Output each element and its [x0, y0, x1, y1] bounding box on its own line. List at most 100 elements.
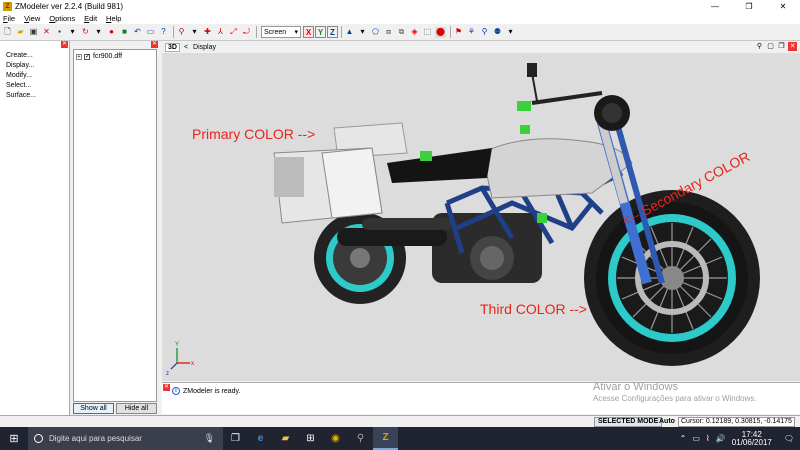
- file-explorer-icon[interactable]: ▰: [273, 427, 298, 450]
- cube-icon[interactable]: ⧈: [383, 27, 394, 38]
- third-color-annotation: Third COLOR -->: [480, 301, 587, 317]
- menu-bar: File View Options Edit Help: [0, 13, 800, 24]
- command-list: Create... Display... Modify... Select...…: [0, 41, 69, 101]
- search-placeholder: Digite aqui para pesquisar: [49, 434, 142, 443]
- menu-options[interactable]: Options: [49, 14, 75, 23]
- close-button[interactable]: ✕: [766, 0, 800, 13]
- command-create[interactable]: Create...: [6, 51, 69, 61]
- android-tool-icon[interactable]: ⚲: [348, 427, 373, 450]
- dropdown-icon[interactable]: ▾: [67, 27, 78, 38]
- hierarchy-icon[interactable]: ⚘: [466, 27, 477, 38]
- dropdown-icon[interactable]: ▾: [93, 27, 104, 38]
- axis-y-toggle[interactable]: Y: [315, 26, 326, 38]
- close-icon[interactable]: ✕: [151, 41, 158, 48]
- show-all-button[interactable]: Show all: [73, 403, 114, 414]
- toolbar-separator: [341, 26, 342, 38]
- edge-browser-icon[interactable]: e: [248, 427, 273, 450]
- fit-view-icon[interactable]: ▢: [766, 42, 775, 51]
- notification-center-icon[interactable]: 🗨: [784, 434, 794, 443]
- show-hidden-icons-icon[interactable]: ⌃: [680, 434, 687, 443]
- close-icon[interactable]: ✕: [163, 384, 170, 391]
- battery-icon[interactable]: ▭: [692, 434, 700, 443]
- texture-icon[interactable]: ■: [119, 27, 130, 38]
- record-icon[interactable]: ●: [106, 27, 117, 38]
- tree-item[interactable]: + ✓ fcr900.dff: [74, 50, 156, 60]
- svg-text:Y: Y: [175, 342, 179, 348]
- windows-activation-watermark: Ativar o Windows Acesse Configurações pa…: [593, 381, 757, 403]
- title-bar: Z ZModeler ver 2.2.4 (Build 981) — ❐ ✕: [0, 0, 800, 13]
- walk-icon[interactable]: ⚲: [479, 27, 490, 38]
- 3d-viewport[interactable]: Y x z Primary COLOR --> Third COLOR --> …: [162, 53, 800, 381]
- zoom-icon[interactable]: ⚲: [755, 42, 764, 51]
- windows-taskbar: ⊞ Digite aqui para pesquisar 🎙 ❐ e ▰ ⊞ ◉…: [0, 427, 800, 450]
- zmodeler-taskbar-icon[interactable]: Z: [373, 427, 398, 450]
- axis-z-toggle[interactable]: Z: [327, 26, 338, 38]
- coordinate-mode-select[interactable]: Screen ▾: [261, 26, 301, 38]
- visibility-checkbox[interactable]: ✓: [84, 53, 90, 60]
- network-icon[interactable]: ⌇: [706, 434, 710, 443]
- store-icon[interactable]: ⊞: [298, 427, 323, 450]
- task-view-icon[interactable]: ❐: [223, 427, 248, 450]
- save-icon[interactable]: ▣: [28, 27, 39, 38]
- cortana-icon: [34, 434, 43, 443]
- import-icon[interactable]: ▪: [54, 27, 65, 38]
- minimize-button[interactable]: —: [698, 0, 732, 13]
- cube-solid-icon[interactable]: ◈: [409, 27, 420, 38]
- command-modify[interactable]: Modify...: [6, 71, 69, 81]
- menu-file[interactable]: File: [3, 14, 15, 23]
- restore-view-icon[interactable]: ❐: [777, 42, 786, 51]
- delete-icon[interactable]: ✕: [41, 27, 52, 38]
- dropdown-icon[interactable]: ▾: [189, 27, 200, 38]
- open-folder-icon[interactable]: ▰: [15, 27, 26, 38]
- scale-icon[interactable]: ⤢: [228, 27, 239, 38]
- menu-help[interactable]: Help: [106, 14, 121, 23]
- rotate-icon[interactable]: ⤾: [241, 27, 252, 38]
- system-clock[interactable]: 17:42 01/06/2017: [732, 430, 778, 447]
- microphone-icon[interactable]: 🎙: [204, 433, 215, 444]
- expand-icon[interactable]: +: [76, 53, 82, 60]
- viewport-mode-badge[interactable]: 3D: [165, 42, 180, 52]
- watermark-title: Ativar o Windows: [593, 381, 678, 393]
- cube-textured-icon[interactable]: ⬚: [422, 27, 433, 38]
- maximize-button[interactable]: ❐: [732, 0, 766, 13]
- command-select[interactable]: Select...: [6, 81, 69, 91]
- sphere-icon[interactable]: ⬤: [435, 26, 446, 38]
- cube-wire-icon[interactable]: ⧉: [396, 27, 407, 38]
- pivot-icon[interactable]: ⬠: [370, 27, 381, 38]
- window-controls: — ❐ ✕: [698, 0, 800, 13]
- cursor-coordinates: Cursor: 0.12189, 0.30815, -0.14175: [678, 417, 795, 427]
- command-surface[interactable]: Surface...: [6, 91, 69, 101]
- dropdown-icon[interactable]: ▾: [505, 27, 516, 38]
- hide-all-button[interactable]: Hide all: [116, 403, 157, 414]
- hierarchy-panel: ✕ + ✓ fcr900.dff Show all Hide all: [70, 41, 160, 416]
- pyramid-icon[interactable]: ▲: [344, 27, 355, 38]
- close-icon[interactable]: ✕: [788, 42, 797, 51]
- menu-edit[interactable]: Edit: [84, 14, 97, 23]
- chrome-icon[interactable]: ◉: [323, 427, 348, 450]
- selection-mode-indicator[interactable]: SELECTED MODE: [594, 417, 663, 427]
- green-marker: [537, 213, 547, 223]
- taskbar-search-box[interactable]: Digite aqui para pesquisar 🎙: [28, 427, 223, 450]
- volume-icon[interactable]: 🔊: [716, 434, 726, 443]
- main-toolbar: 🗋 ▰ ▣ ✕ ▪ ▾ ↻ ▾ ● ■ ↶ ▭ ? ⚲ ▾ ✚ ⅄ ⤢ ⤾ Sc…: [0, 24, 800, 41]
- side-case-panel: [274, 157, 304, 197]
- move-icon[interactable]: ✚: [202, 27, 213, 38]
- windows-start-icon[interactable]: ⊞: [0, 427, 28, 450]
- axis-x-toggle[interactable]: X: [303, 26, 314, 38]
- cycle-icon[interactable]: ↻: [80, 27, 91, 38]
- command-display[interactable]: Display...: [6, 61, 69, 71]
- page-icon[interactable]: ▭: [145, 27, 156, 38]
- menu-view[interactable]: View: [24, 14, 40, 23]
- chevron-left-icon[interactable]: <: [184, 44, 188, 51]
- close-icon[interactable]: ✕: [61, 41, 68, 48]
- help-icon[interactable]: ?: [158, 27, 169, 38]
- link-icon[interactable]: ⚲: [176, 27, 187, 38]
- dropdown-icon[interactable]: ▾: [357, 27, 368, 38]
- undo-icon[interactable]: ↶: [132, 27, 143, 38]
- new-file-icon[interactable]: 🗋: [2, 27, 13, 38]
- log-message: ZModeler is ready.: [183, 387, 241, 395]
- dummy-icon[interactable]: ⚑: [453, 27, 464, 38]
- zmodeler-app-icon: Z: [3, 2, 12, 11]
- axes-icon[interactable]: ⅄: [215, 27, 226, 38]
- group-icon[interactable]: ⚉: [492, 27, 503, 38]
